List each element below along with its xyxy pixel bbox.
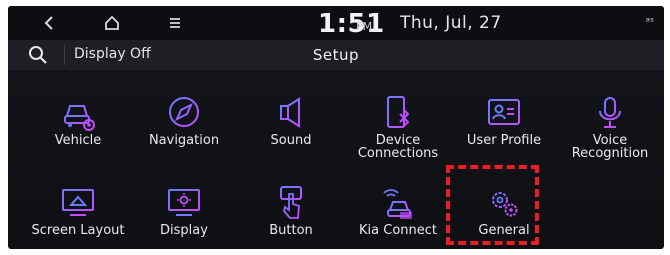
general-highlight-box bbox=[446, 165, 539, 245]
tile-navigation[interactable]: Navigation bbox=[130, 94, 238, 176]
car-wifi-icon bbox=[378, 184, 418, 224]
tile-kia-connect[interactable]: Kia Connect bbox=[344, 184, 452, 249]
tile-label: Button bbox=[269, 223, 313, 238]
tile-button[interactable]: Button bbox=[237, 184, 345, 249]
tile-sound[interactable]: Sound bbox=[237, 94, 345, 176]
phone-bluetooth-icon bbox=[378, 94, 418, 134]
button-press-icon bbox=[271, 184, 311, 224]
tile-label: User Profile bbox=[466, 133, 542, 148]
tile-label: Navigation bbox=[148, 133, 220, 148]
tile-vehicle[interactable]: Vehicle bbox=[24, 94, 132, 176]
back-arrow-icon[interactable] bbox=[34, 12, 64, 34]
tile-device-connections[interactable]: Device Connections bbox=[344, 94, 452, 176]
speaker-icon bbox=[271, 94, 311, 134]
compass-icon bbox=[164, 94, 204, 134]
status-indicator: ᵃˢ bbox=[645, 15, 654, 28]
clock-ampm: PM bbox=[356, 20, 373, 33]
tile-label-line2: Recognition bbox=[571, 146, 649, 161]
header-divider bbox=[64, 45, 65, 65]
screen-layout-icon bbox=[58, 184, 98, 224]
tile-label-two-line: Voice Recognition bbox=[550, 134, 664, 160]
tile-label-line2: Connections bbox=[357, 146, 439, 161]
status-bar: 1:51 PM Thu, Jul, 27 ᵃˢ bbox=[8, 6, 664, 40]
tile-label: Kia Connect bbox=[359, 223, 437, 238]
tile-user-profile[interactable]: User Profile bbox=[450, 94, 558, 176]
setup-screen: 1:51 PM Thu, Jul, 27 ᵃˢ Display Off Setu… bbox=[8, 6, 664, 249]
tile-label-two-line: Device Connections bbox=[338, 134, 458, 160]
clock-time: 1:51 bbox=[318, 9, 385, 39]
date-text: Thu, Jul, 27 bbox=[400, 13, 502, 33]
tile-display[interactable]: Display bbox=[130, 184, 238, 249]
home-icon[interactable] bbox=[97, 12, 127, 34]
tile-label: Vehicle bbox=[54, 133, 102, 148]
display-sun-icon bbox=[164, 184, 204, 224]
menu-icon[interactable] bbox=[160, 12, 190, 34]
vehicle-gear-icon bbox=[58, 94, 98, 134]
display-off-button[interactable]: Display Off bbox=[74, 46, 151, 62]
tile-screen-layout[interactable]: Screen Layout bbox=[24, 184, 132, 249]
microphone-icon bbox=[590, 94, 630, 134]
tile-label: Display bbox=[160, 223, 208, 238]
tile-voice-recognition[interactable]: Voice Recognition bbox=[556, 94, 664, 176]
search-icon[interactable] bbox=[26, 44, 52, 66]
setup-header: Display Off Setup bbox=[8, 40, 664, 70]
tile-label: Sound bbox=[270, 133, 312, 148]
tile-label: Screen Layout bbox=[31, 223, 125, 238]
user-card-icon bbox=[484, 94, 524, 134]
